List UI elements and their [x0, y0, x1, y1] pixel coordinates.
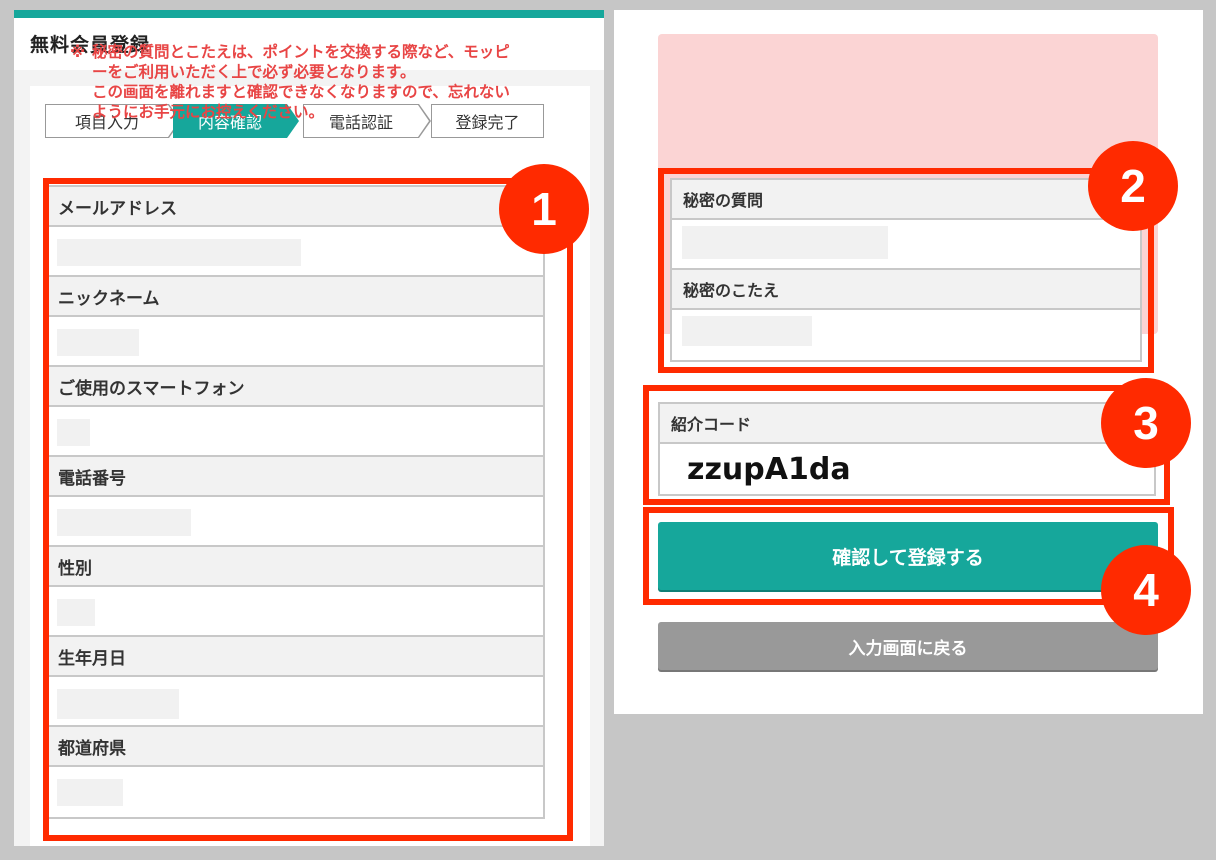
redacted-value	[57, 599, 95, 626]
number-badge-1: 1	[499, 164, 589, 254]
referral-code-table: 紹介コード zzupA1da	[658, 402, 1156, 496]
field-value-nickname	[47, 317, 543, 367]
secret-answer-value	[672, 310, 1140, 360]
field-label-email: メールアドレス	[47, 187, 543, 227]
field-value-birthday	[47, 677, 543, 727]
confirm-table: メールアドレス ニックネーム ご使用のスマートフォン 電話番号 性別 生年月日 …	[45, 185, 545, 819]
number-badge-2: 2	[1088, 141, 1178, 231]
confirm-register-button[interactable]: 確認して登録する	[658, 522, 1158, 590]
field-value-smartphone	[47, 407, 543, 457]
number-badge-3: 3	[1101, 378, 1191, 468]
warning-body: 秘密の質問とこたえは、ポイントを交換する際など、モッピーをご利用いただく上で必ず…	[92, 43, 510, 121]
redacted-value	[57, 329, 139, 356]
redacted-value	[682, 226, 888, 259]
referral-code-value: zzupA1da	[687, 451, 851, 487]
field-label-phone: 電話番号	[47, 457, 543, 497]
field-value-email	[47, 227, 543, 277]
secret-question-label: 秘密の質問	[672, 180, 1140, 220]
field-label-birthday: 生年月日	[47, 637, 543, 677]
redacted-value	[57, 419, 90, 446]
secret-answer-label: 秘密のこたえ	[672, 270, 1140, 310]
field-value-prefecture	[47, 767, 543, 817]
redacted-value	[57, 509, 191, 536]
warning-message: ※ 秘密の質問とこたえは、ポイントを交換する際など、モッピーをご利用いただく上で…	[70, 42, 510, 122]
field-value-phone	[47, 497, 543, 547]
secret-table: 秘密の質問 秘密のこたえ	[670, 178, 1142, 362]
field-value-gender	[47, 587, 543, 637]
back-to-input-button[interactable]: 入力画面に戻る	[658, 622, 1158, 670]
redacted-value	[57, 779, 123, 806]
field-label-smartphone: ご使用のスマートフォン	[47, 367, 543, 407]
field-label-nickname: ニックネーム	[47, 277, 543, 317]
referral-code-label: 紹介コード	[660, 404, 1154, 444]
number-badge-4: 4	[1101, 545, 1191, 635]
secret-question-value	[672, 220, 1140, 270]
redacted-value	[57, 689, 179, 719]
redacted-value	[57, 239, 301, 266]
field-label-prefecture: 都道府県	[47, 727, 543, 767]
field-label-gender: 性別	[47, 547, 543, 587]
note-mark: ※	[70, 43, 86, 61]
accent-bar	[14, 10, 604, 18]
redacted-value	[682, 316, 812, 346]
